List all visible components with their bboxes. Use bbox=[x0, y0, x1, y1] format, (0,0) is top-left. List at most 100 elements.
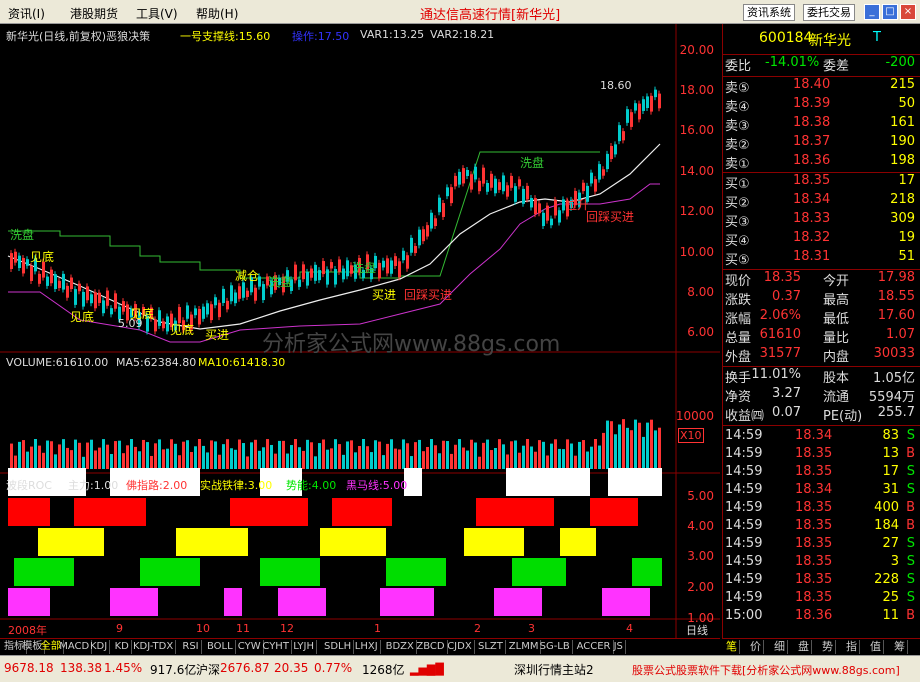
tab-bdzx[interactable]: BDZX bbox=[384, 640, 417, 654]
stat-value: 11.01% bbox=[751, 367, 801, 382]
tab-rsi[interactable]: RSI bbox=[180, 640, 202, 654]
tab-kd[interactable]: KD bbox=[113, 640, 132, 654]
roc-band-segment bbox=[188, 528, 194, 556]
tab-cyht[interactable]: CYHT bbox=[260, 640, 292, 654]
quote-row: 买② 18.34 218 bbox=[723, 192, 920, 211]
tab-sdlh[interactable]: SDLH bbox=[322, 640, 355, 654]
roc-band-segment bbox=[512, 468, 518, 496]
menu-hk[interactable]: 港股期货 bbox=[70, 5, 118, 22]
candle-body bbox=[22, 257, 25, 274]
quote-price[interactable]: 18.39 bbox=[793, 96, 830, 111]
tab-cjdx[interactable]: CJDX bbox=[445, 640, 475, 654]
volume-bar bbox=[394, 448, 397, 469]
candle-body bbox=[30, 265, 33, 281]
rtab-5[interactable]: 指 bbox=[844, 640, 860, 654]
tab-accer[interactable]: ACCER bbox=[575, 640, 614, 654]
roc-band-segment bbox=[554, 558, 560, 586]
rtab-2[interactable]: 细 bbox=[772, 640, 788, 654]
volume-bar bbox=[530, 446, 533, 469]
trade-button[interactable]: 委托交易 bbox=[803, 4, 855, 21]
candle-body bbox=[470, 174, 473, 190]
tab-macd[interactable]: MACD bbox=[57, 640, 93, 654]
server-label[interactable]: 深圳行情主站2 bbox=[514, 661, 594, 678]
menu-tools[interactable]: 工具(V) bbox=[136, 5, 178, 22]
tab-sg-lb[interactable]: SG-LB bbox=[538, 640, 573, 654]
volume-bar bbox=[94, 450, 97, 469]
volume-bar bbox=[46, 440, 49, 469]
tab-lhxj[interactable]: LHXJ bbox=[353, 640, 381, 654]
volume-bar bbox=[458, 439, 461, 469]
x-label: 12 bbox=[280, 622, 294, 635]
quote-price[interactable]: 18.40 bbox=[793, 77, 830, 92]
tab-js[interactable]: JS bbox=[612, 640, 626, 654]
menu-help[interactable]: 帮助(H) bbox=[196, 5, 238, 22]
tick-time: 14:59 bbox=[725, 554, 763, 569]
rtab-7[interactable]: 筹 bbox=[892, 640, 908, 654]
quote-price[interactable]: 18.36 bbox=[793, 153, 830, 168]
maximize-icon[interactable]: □ bbox=[882, 4, 898, 20]
rtab-6[interactable]: 值 bbox=[868, 640, 884, 654]
volume-bar bbox=[210, 440, 213, 469]
tab-kdj-tdx[interactable]: KDJ-TDX bbox=[131, 640, 177, 654]
rtab-3[interactable]: 盘 bbox=[796, 640, 812, 654]
rtab-0[interactable]: 笔 bbox=[724, 640, 740, 654]
roc-band-segment bbox=[644, 558, 650, 586]
minimize-icon[interactable]: _ bbox=[864, 4, 880, 20]
roc-band-segment bbox=[362, 498, 368, 526]
quote-price[interactable]: 18.31 bbox=[793, 249, 830, 264]
quote-row: 买④ 18.32 19 bbox=[723, 230, 920, 249]
tab-zbcd[interactable]: ZBCD bbox=[414, 640, 448, 654]
quote-panel: 600184 新华光 T 委比 -14.01% 委差 -200 卖⑤ 18.40 2… bbox=[722, 24, 920, 638]
roc-band-segment bbox=[524, 588, 530, 616]
tab-lyjh[interactable]: LYJH bbox=[291, 640, 318, 654]
rtab-1[interactable]: 价 bbox=[748, 640, 764, 654]
period-label[interactable]: 日线 bbox=[686, 622, 708, 638]
roc-band-segment bbox=[530, 468, 536, 496]
quote-price[interactable]: 18.35 bbox=[793, 173, 830, 188]
tick-price: 18.35 bbox=[795, 590, 833, 605]
roc-band-segment bbox=[578, 468, 584, 496]
stat-value: 18.35 bbox=[763, 270, 801, 285]
quote-price[interactable]: 18.38 bbox=[793, 115, 830, 130]
wash-label: 洗盘 bbox=[10, 227, 34, 242]
quote-volume: 50 bbox=[898, 96, 915, 111]
roc-band-segment bbox=[560, 558, 566, 586]
roc-band-segment bbox=[506, 528, 512, 556]
roc-band-segment bbox=[242, 498, 248, 526]
roc-band-segment bbox=[650, 558, 656, 586]
tab-zlmm[interactable]: ZLMM bbox=[507, 640, 542, 654]
volume-bar bbox=[110, 454, 113, 469]
roc-band-segment bbox=[620, 468, 626, 496]
quote-price[interactable]: 18.37 bbox=[793, 134, 830, 149]
tick-row: 14:59 18.35 27 S bbox=[723, 536, 920, 555]
ad-text[interactable]: 股票公式股票软件下载[分析家公式网www.88gs.com] bbox=[632, 662, 900, 678]
quote-price[interactable]: 18.32 bbox=[793, 230, 830, 245]
volume-bar bbox=[366, 446, 369, 469]
menu-info[interactable]: 资讯(I) bbox=[8, 5, 45, 22]
rtab-4[interactable]: 势 bbox=[820, 640, 836, 654]
volume-bar bbox=[70, 450, 73, 469]
roc-band-segment bbox=[464, 528, 470, 556]
close-icon[interactable]: × bbox=[900, 4, 916, 20]
quote-price[interactable]: 18.34 bbox=[793, 192, 830, 207]
roc-band-segment bbox=[518, 528, 524, 556]
roc-band-segment bbox=[68, 558, 74, 586]
volume-bar bbox=[314, 456, 317, 469]
wash-label: 洗盘 bbox=[520, 155, 544, 170]
volume-bar bbox=[362, 439, 365, 469]
tab-slzt[interactable]: SLZT bbox=[476, 640, 506, 654]
volume-bar bbox=[622, 419, 625, 469]
quote-price[interactable]: 18.33 bbox=[793, 211, 830, 226]
candle-body bbox=[514, 186, 517, 202]
tab-boll[interactable]: BOLL bbox=[205, 640, 236, 654]
tick-list: 14:59 18.34 83 S 14:59 18.35 13 B 14:59 18.35 17 S 1… bbox=[723, 425, 920, 637]
roc-band-segment bbox=[410, 588, 416, 616]
volume-bar bbox=[442, 440, 445, 469]
info-system-button[interactable]: 资讯系统 bbox=[743, 4, 795, 21]
volume-bar bbox=[498, 439, 501, 469]
chart-area[interactable]: 新华光(日线,前复权)恶狼决策 一号支撑线:15.60 操作:17.50 VAR… bbox=[0, 24, 720, 638]
volume-bar bbox=[342, 454, 345, 469]
tab-kdj[interactable]: KDJ bbox=[88, 640, 111, 654]
volume-bar bbox=[326, 449, 329, 469]
tick-price: 18.35 bbox=[795, 536, 833, 551]
